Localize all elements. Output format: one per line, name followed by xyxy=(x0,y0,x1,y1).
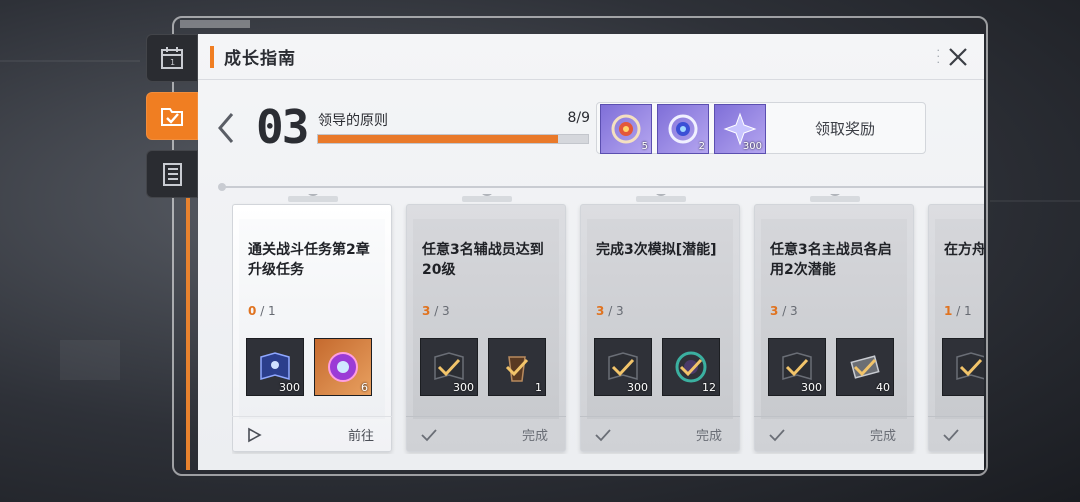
task-card: 任意3名主战员各启用2次潜能 3 / 3 300 40 完成 xyxy=(754,194,914,452)
task-card-list: 通关战斗任务第2章升级任务 0 / 1 300 6 前往 任意3名辅战员达到20… xyxy=(232,194,984,454)
task-title: 在方舟施学习 xyxy=(944,242,984,258)
check-icon xyxy=(421,428,437,441)
rail-end-dot xyxy=(218,183,226,191)
tab-calendar[interactable]: 1 xyxy=(146,34,198,82)
stage-name: 领导的原则 xyxy=(318,113,388,129)
task-footer-label: 完成 xyxy=(695,429,722,444)
task-reward-item[interactable]: 3 xyxy=(942,338,984,396)
tab-notebook[interactable] xyxy=(146,150,198,198)
task-reward-item[interactable]: 12 xyxy=(662,338,720,396)
check-icon xyxy=(785,358,809,377)
task-complete-status: 完成 xyxy=(406,416,566,452)
card-rail xyxy=(220,186,984,188)
task-reward-item[interactable]: 300 xyxy=(594,338,652,396)
previous-stage-button[interactable] xyxy=(214,108,238,148)
check-icon xyxy=(679,358,703,377)
task-rewards: 300 1 xyxy=(420,338,552,396)
task-progress: 3 / 3 xyxy=(422,304,450,318)
task-reward-item[interactable]: 6 xyxy=(314,338,372,396)
folder-check-icon xyxy=(161,108,183,126)
claim-reward-button[interactable]: 领取奖励 xyxy=(765,103,925,153)
panel-title: 成长指南 xyxy=(224,49,296,69)
task-title: 任意3名辅战员达到20级 xyxy=(422,242,544,278)
check-icon xyxy=(595,428,611,441)
task-progress: 0 / 1 xyxy=(248,304,276,318)
task-card: 通关战斗任务第2章升级任务 0 / 1 300 6 前往 xyxy=(232,194,392,452)
gear-orb-icon xyxy=(611,114,641,144)
side-tab-bar: 1 xyxy=(146,34,198,208)
reward-qty: 2 xyxy=(698,141,705,152)
play-icon xyxy=(248,427,262,442)
reward-item[interactable]: 2 xyxy=(657,104,709,154)
header-accent xyxy=(210,45,214,68)
stage-progress-text: 8/9 xyxy=(567,110,590,126)
task-title: 任意3名主战员各启用2次潜能 xyxy=(770,242,892,278)
growth-guide-panel: 成长指南 · · · 03 领导的原则 8/9 5 2 300 领取奖励 通关战… xyxy=(198,34,984,470)
task-rewards: 300 12 xyxy=(594,338,726,396)
task-reward-item[interactable]: 300 xyxy=(246,338,304,396)
task-card: 完成3次模拟[潜能] 3 / 3 300 12 完成 xyxy=(580,194,740,452)
close-icon xyxy=(949,48,967,66)
task-footer-label: 前往 xyxy=(347,429,374,444)
task-title: 通关战斗任务第2章升级任务 xyxy=(248,242,370,278)
stage-reward-box: 5 2 300 领取奖励 xyxy=(596,102,926,154)
calendar-icon: 1 xyxy=(161,47,183,69)
task-reward-item[interactable]: 300 xyxy=(768,338,826,396)
frame-tab-decoration xyxy=(180,20,250,28)
stage-number: 03 xyxy=(256,100,309,154)
panel-header: 成长指南 · · · xyxy=(198,34,984,80)
task-footer-label: 完成 xyxy=(521,429,548,444)
svg-text:1: 1 xyxy=(170,58,175,67)
task-rewards: 300 40 xyxy=(768,338,900,396)
stage-row: 03 领导的原则 8/9 5 2 300 领取奖励 xyxy=(198,96,984,160)
check-icon xyxy=(611,358,635,377)
task-go-button[interactable]: 前往 xyxy=(232,416,392,452)
reward-item[interactable]: 300 xyxy=(714,104,766,154)
task-progress: 3 / 3 xyxy=(596,304,624,318)
task-card: 在方舟施学习 1 / 1 3 xyxy=(928,194,984,452)
stage-progress-bar xyxy=(317,134,589,144)
task-rewards: 300 6 xyxy=(246,338,378,396)
close-button[interactable] xyxy=(946,45,970,69)
accent-rail xyxy=(186,190,190,470)
task-complete-status xyxy=(928,416,984,452)
dots-icon: · · · xyxy=(936,44,941,69)
task-complete-status: 完成 xyxy=(754,416,914,452)
task-rewards: 3 xyxy=(942,338,984,396)
reward-item[interactable]: 5 xyxy=(600,104,652,154)
task-reward-item[interactable]: 1 xyxy=(488,338,546,396)
chevron-left-icon xyxy=(218,113,234,143)
check-icon xyxy=(769,428,785,441)
check-icon xyxy=(505,358,529,377)
task-complete-status: 完成 xyxy=(580,416,740,452)
task-title: 完成3次模拟[潜能] xyxy=(596,242,717,258)
purple-core-icon xyxy=(328,352,358,382)
task-card: 任意3名辅战员达到20级 3 / 3 300 1 完成 xyxy=(406,194,566,452)
gear-orb-blue-icon xyxy=(668,114,698,144)
reward-qty: 5 xyxy=(641,141,648,152)
task-reward-item[interactable]: 40 xyxy=(836,338,894,396)
notebook-icon xyxy=(163,163,182,186)
check-icon xyxy=(853,358,877,377)
task-footer-label: 完成 xyxy=(869,429,896,444)
stage-progress-fill xyxy=(318,135,559,143)
check-icon xyxy=(943,428,959,441)
task-progress: 3 / 3 xyxy=(770,304,798,318)
tab-growth-guide[interactable] xyxy=(146,92,198,140)
reward-qty: 300 xyxy=(742,141,762,152)
check-icon xyxy=(437,358,461,377)
task-reward-item[interactable]: 300 xyxy=(420,338,478,396)
task-progress: 1 / 1 xyxy=(944,304,972,318)
check-icon xyxy=(959,358,983,377)
